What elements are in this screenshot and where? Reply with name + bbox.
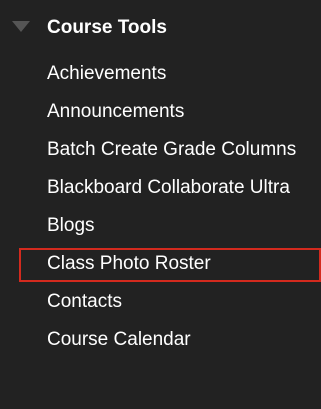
course-tool-label: Course Calendar bbox=[47, 329, 191, 350]
course-tool-contacts[interactable]: Contacts bbox=[0, 286, 321, 320]
course-tool-class-photo-roster[interactable]: Class Photo Roster bbox=[19, 248, 321, 282]
course-tool-blackboard-collaborate-ultra[interactable]: Blackboard Collaborate Ultra bbox=[0, 172, 321, 206]
course-tool-label: Class Photo Roster bbox=[47, 253, 211, 274]
course-tool-blogs[interactable]: Blogs bbox=[0, 210, 321, 244]
course-tool-label: Blackboard Collaborate Ultra bbox=[47, 177, 290, 198]
caret-down-icon[interactable] bbox=[12, 21, 30, 32]
course-tools-panel: Course Tools Achievements Announcements … bbox=[0, 0, 321, 409]
course-tool-label: Blogs bbox=[47, 215, 95, 236]
course-tool-label: Batch Create Grade Columns bbox=[47, 139, 297, 160]
course-tool-label: Announcements bbox=[47, 101, 185, 122]
course-tool-label: Contacts bbox=[47, 291, 122, 312]
course-tools-title: Course Tools bbox=[47, 17, 167, 38]
course-tools-list: Achievements Announcements Batch Create … bbox=[0, 58, 321, 358]
course-tool-achievements[interactable]: Achievements bbox=[0, 58, 321, 92]
course-tool-course-calendar[interactable]: Course Calendar bbox=[0, 324, 321, 358]
course-tool-label: Achievements bbox=[47, 63, 167, 84]
course-tool-batch-create-grade-columns[interactable]: Batch Create Grade Columns bbox=[0, 134, 321, 168]
course-tool-announcements[interactable]: Announcements bbox=[0, 96, 321, 130]
course-tools-header[interactable]: Course Tools bbox=[0, 8, 321, 48]
